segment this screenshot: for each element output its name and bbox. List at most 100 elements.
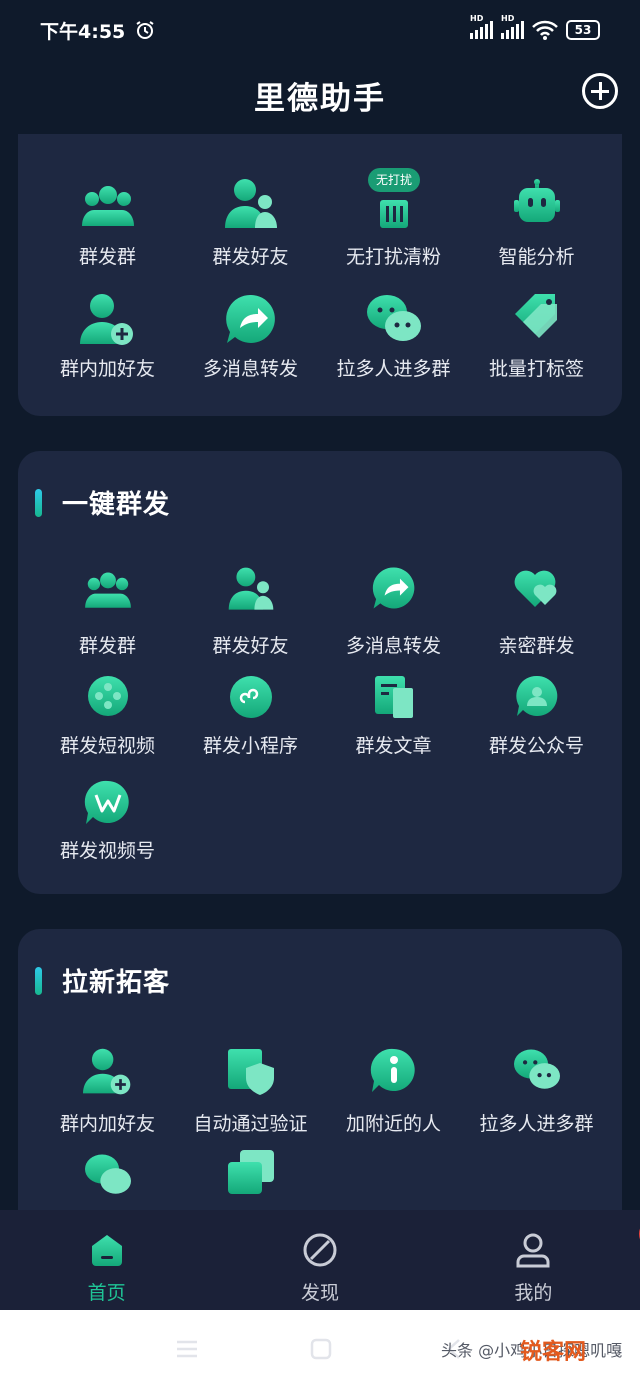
- section-title: 一键群发: [35, 484, 170, 521]
- forward-icon: [372, 567, 414, 609]
- shield-icon: [227, 1049, 274, 1095]
- item-label: 群发群: [78, 635, 136, 657]
- tool-label: 无打扰清粉: [345, 246, 441, 268]
- chat-bubbles-icon: [366, 295, 421, 341]
- cell-signal-icon: HD: [470, 14, 493, 39]
- section-title-text: 一键群发: [62, 490, 171, 520]
- section-title-text: 拉新拓客: [62, 968, 171, 998]
- item-label: 加附近的人: [345, 1113, 441, 1135]
- chat-bubbles-icon: [513, 1049, 560, 1089]
- compass-icon: [303, 1233, 337, 1267]
- watermark-logo: 锐客网: [520, 1340, 587, 1365]
- tool-invite-multi-group[interactable]: 拉多人进多群: [318, 292, 469, 392]
- app-header: 里德助手: [0, 60, 640, 130]
- tab-home[interactable]: 首页: [0, 1210, 213, 1310]
- acquire-add-friend-in-group[interactable]: 群内加好友: [32, 1047, 183, 1137]
- add-friend-icon: [82, 1048, 130, 1095]
- tool-smart-analysis[interactable]: 智能分析: [461, 179, 612, 282]
- item-label: 群发文章: [355, 735, 432, 757]
- menu-icon[interactable]: [176, 1340, 198, 1358]
- item-label: 拉多人进多群: [479, 1113, 594, 1135]
- hearts-icon: [514, 570, 556, 607]
- location-pin-icon: [370, 1048, 415, 1092]
- send-friends[interactable]: 群发好友: [175, 567, 326, 659]
- send-multi-forward[interactable]: 多消息转发: [318, 567, 469, 659]
- add-button[interactable]: [582, 73, 618, 109]
- group-icon: [81, 186, 134, 226]
- article-icon: [374, 676, 413, 718]
- alarm-icon: [136, 21, 154, 39]
- send-short-video[interactable]: 群发短视频: [32, 674, 183, 764]
- status-bar: 下午4:55 HD HD 53: [0, 0, 640, 60]
- item-label: 自动通过验证: [193, 1113, 308, 1135]
- section-title: 拉新拓客: [35, 962, 170, 999]
- title-accent-bar: [35, 488, 42, 517]
- tag-icon: [514, 294, 557, 338]
- tool-multi-forward[interactable]: 多消息转发: [175, 292, 326, 392]
- home-icon: [91, 1235, 122, 1266]
- item-label: 群内加好友: [59, 1113, 155, 1135]
- send-group[interactable]: 群发群: [32, 569, 183, 659]
- acquire-card: 拉新拓客 群内加好友 自动通过验证 加附近的人 拉多人进多群: [18, 929, 622, 1210]
- official-account-icon: [515, 675, 557, 716]
- battery-icon: 53: [566, 20, 600, 40]
- item-label: 亲密群发: [498, 635, 575, 657]
- channels-icon: [84, 780, 129, 824]
- tool-batch-tag[interactable]: 批量打标签: [461, 292, 612, 392]
- item-label: 群发公众号: [488, 735, 584, 757]
- tab-label: 发现: [300, 1282, 339, 1304]
- group-icon: [84, 572, 131, 608]
- send-article[interactable]: 群发文章: [318, 674, 469, 764]
- wifi-icon: [532, 20, 558, 40]
- tool-label: 群发群: [78, 246, 136, 268]
- item-label: 群发小程序: [202, 735, 298, 757]
- tool-label: 群发好友: [212, 246, 289, 268]
- tab-label: 我的: [514, 1282, 553, 1304]
- home-button-icon[interactable]: [310, 1338, 332, 1360]
- tool-mass-send-group[interactable]: 群发群: [32, 182, 183, 282]
- send-mini-program[interactable]: 群发小程序: [175, 674, 326, 764]
- tool-clean-inactive[interactable]: 无打扰 无打扰清粉: [318, 168, 469, 282]
- tab-label: 首页: [87, 1282, 126, 1304]
- send-channels[interactable]: 群发视频号: [32, 779, 183, 869]
- title-accent-bar: [35, 966, 42, 995]
- mini-program-icon: [229, 676, 272, 718]
- acquire-item[interactable]: [175, 1150, 326, 1210]
- acquire-invite-multi-group[interactable]: 拉多人进多群: [461, 1047, 612, 1137]
- tool-label: 智能分析: [498, 246, 575, 268]
- friends-icon: [224, 179, 277, 228]
- tool-label: 多消息转发: [202, 358, 298, 380]
- user-icon: [516, 1233, 550, 1268]
- acquire-nearby[interactable]: 加附近的人: [318, 1047, 469, 1137]
- page-title: 里德助手: [254, 80, 386, 117]
- tab-profile[interactable]: 我的 4: [427, 1210, 640, 1310]
- tool-add-friend-in-group[interactable]: 群内加好友: [32, 292, 183, 392]
- item-label: 多消息转发: [345, 635, 441, 657]
- item-label: 群发短视频: [59, 735, 155, 757]
- cell-signal-icon: HD: [501, 14, 524, 39]
- add-friend-icon: [79, 294, 133, 345]
- quick-tools-card: 群发群 群发好友 无打扰 无打扰清粉 智能分析 群内加好友 多消息转发 拉多人进…: [18, 134, 622, 416]
- friends-icon: [228, 567, 273, 610]
- forward-icon: [225, 294, 275, 343]
- send-official-account[interactable]: 群发公众号: [461, 674, 612, 764]
- acquire-auto-verify[interactable]: 自动通过验证: [175, 1047, 326, 1137]
- chat-bubbles-icon: [84, 1154, 131, 1194]
- status-time: 下午4:55: [40, 20, 126, 43]
- send-intimate[interactable]: 亲密群发: [461, 569, 612, 659]
- battery-level: 53: [574, 23, 592, 37]
- content-scroll[interactable]: 群发群 群发好友 无打扰 无打扰清粉 智能分析 群内加好友 多消息转发 拉多人进…: [0, 134, 640, 1210]
- tool-label: 群内加好友: [59, 358, 155, 380]
- mass-send-card: 一键群发 群发群 群发好友 多消息转发 亲密群发 群发短视频 群发小程序 群发文…: [18, 451, 622, 894]
- no-disturb-tag: 无打扰: [368, 168, 420, 192]
- bottom-tab-bar: 首页 发现 我的 4: [0, 1210, 640, 1310]
- tab-discover[interactable]: 发现: [213, 1210, 426, 1310]
- tool-label: 拉多人进多群: [336, 358, 451, 380]
- copy-icon: [227, 1150, 274, 1194]
- tool-mass-send-friends[interactable]: 群发好友: [175, 179, 326, 282]
- film-reel-icon: [87, 676, 128, 718]
- tool-label: 批量打标签: [488, 358, 584, 380]
- acquire-item[interactable]: [32, 1152, 183, 1210]
- robot-icon: [513, 179, 560, 222]
- item-label: 群发视频号: [59, 840, 155, 862]
